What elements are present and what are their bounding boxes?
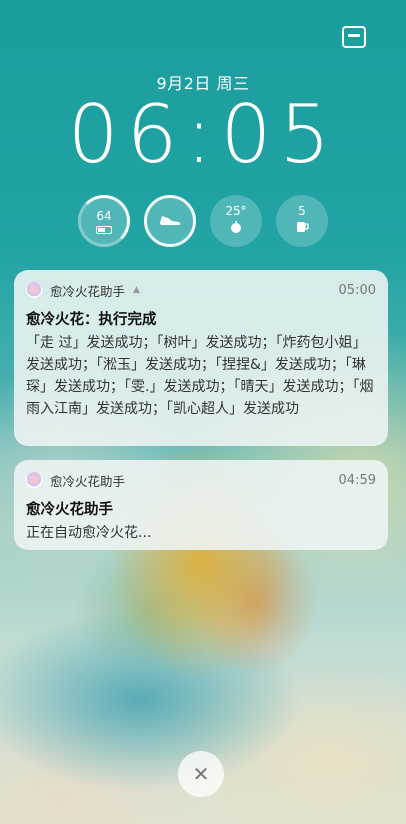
notification-card[interactable]: 愈冷火花助手 04:59 愈冷火花助手 正在自动愈冷火花... — [14, 460, 388, 550]
notification-time: 05:00 — [338, 282, 376, 298]
close-icon: ✕ — [192, 762, 210, 786]
notification-body: 正在自动愈冷火花... — [26, 525, 152, 541]
widget-row: 64 25° 5 — [78, 195, 328, 249]
battery-ring — [78, 195, 130, 247]
weather-widget[interactable]: 25° — [210, 195, 262, 247]
app-flower-icon — [26, 282, 42, 298]
weather-value: 25° — [225, 204, 247, 218]
notification-app-name: 愈冷火花助手 — [50, 473, 126, 489]
notification-header: 愈冷火花助手 04:59 — [26, 470, 376, 490]
battery-icon — [96, 225, 112, 234]
water-widget[interactable]: 5 — [276, 195, 328, 247]
app-flower-icon — [26, 472, 42, 488]
notification-card[interactable]: 愈冷火花助手 ▲ 05:00 愈冷火花：执行完成 「走 过」发送成功；「树叶」发… — [14, 270, 388, 446]
steps-ring — [144, 195, 196, 247]
steps-widget[interactable] — [144, 195, 196, 247]
cup-icon — [295, 220, 309, 238]
notification-title: 愈冷火花：执行完成 — [26, 312, 157, 328]
apple-icon — [229, 220, 243, 238]
notification-header: 愈冷火花助手 ▲ 05:00 — [26, 280, 376, 300]
water-value: 5 — [298, 204, 306, 218]
notification-app-name: 愈冷火花助手 — [50, 283, 126, 299]
notification-title: 愈冷火花助手 — [26, 502, 113, 518]
battery-widget[interactable]: 64 — [78, 195, 130, 247]
wallet-icon[interactable] — [342, 26, 366, 48]
notification-time: 04:59 — [338, 472, 376, 488]
collapse-caret-icon[interactable]: ▲ — [133, 285, 140, 295]
clear-notifications-button[interactable]: ✕ — [178, 751, 224, 797]
notification-body: 「走 过」发送成功；「树叶」发送成功；「炸药包小姐」发送成功；「淞玉」发送成功；… — [26, 335, 374, 417]
lockscreen-clock: 06:05 — [67, 88, 339, 181]
